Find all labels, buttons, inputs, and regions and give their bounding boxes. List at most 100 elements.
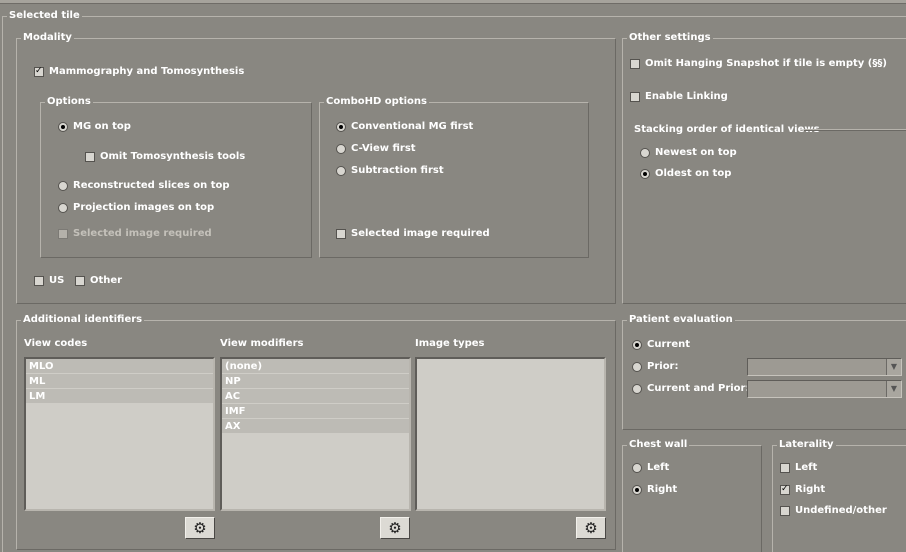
mammo-tomo-checkbox[interactable]: Mammography and Tomosynthesis [34,65,245,78]
list-item[interactable]: AX [222,419,409,434]
radio-dot [58,122,68,132]
current-radio[interactable]: Current [632,339,690,351]
checkbox-box [780,463,790,473]
checkbox-box [75,276,85,286]
view-codes-label: View codes [24,338,88,349]
radio-dot [58,203,68,213]
gear-icon: ⚙ [584,519,598,537]
checkbox-box [85,152,95,162]
other-checkbox[interactable]: Other [75,275,122,287]
current-and-prior-dropdown[interactable]: ▼ [747,380,902,398]
mg-on-top-label: MG on top [73,121,131,132]
list-item[interactable]: IMF [222,404,409,419]
image-types-settings-button[interactable]: ⚙ [576,517,606,539]
mg-on-top-radio[interactable]: MG on top [58,121,131,133]
chest-wall-title: Chest wall [627,439,690,451]
omit-hanging-snapshot-checkbox[interactable]: Omit Hanging Snapshot if tile is empty (… [630,58,887,70]
image-types-list[interactable] [415,357,606,511]
laterality-right-checkbox[interactable]: Right [780,483,826,496]
radio-dot [336,166,346,176]
chest-wall-right-radio[interactable]: Right [632,484,677,496]
other-settings-title: Other settings [627,32,713,44]
chest-wall-left-radio[interactable]: Left [632,462,669,474]
additional-identifiers-title: Additional identifiers [21,314,145,326]
newest-on-top-label: Newest on top [655,147,737,158]
radio-dot [336,144,346,154]
view-codes-list[interactable]: MLO ML LM [24,357,215,511]
list-item[interactable]: NP [222,374,409,389]
current-label: Current [647,339,691,350]
mammo-tomo-label: Mammography and Tomosynthesis [49,66,245,77]
chevron-down-icon[interactable]: ▼ [886,359,901,375]
checkbox-box [630,92,640,102]
options-selected-image-required-checkbox[interactable]: Selected image required [58,228,212,240]
laterality-undefined-label: Undefined/other [795,505,887,516]
checkbox-box [34,276,44,286]
cview-first-label: C-View first [351,143,416,154]
omit-tomo-tools-checkbox[interactable]: Omit Tomosynthesis tools [85,151,245,163]
us-label: US [49,275,65,286]
radio-dot [632,340,642,350]
chest-wall-left-label: Left [647,462,670,473]
patient-evaluation-title: Patient evaluation [627,314,735,326]
modality-title: Modality [21,32,74,44]
checkbox-box [34,65,44,77]
cview-first-radio[interactable]: C-View first [336,143,416,155]
oldest-on-top-label: Oldest on top [655,168,732,179]
recon-slices-label: Reconstructed slices on top [73,180,230,191]
laterality-left-checkbox[interactable]: Left [780,462,817,474]
gear-icon: ⚙ [388,519,402,537]
combohd-selected-image-required-label: Selected image required [351,228,490,239]
list-item[interactable]: AC [222,389,409,404]
prior-label: Prior: [647,361,679,372]
checkbox-box [780,483,790,495]
laterality-undefined-checkbox[interactable]: Undefined/other [780,505,887,517]
omit-tomo-tools-label: Omit Tomosynthesis tools [100,151,246,162]
radio-dot [58,181,68,191]
view-modifiers-list[interactable]: (none) NP AC IMF AX [220,357,411,511]
projection-images-radio[interactable]: Projection images on top [58,202,214,214]
image-types-label: Image types [415,338,485,349]
conventional-mg-first-label: Conventional MG first [351,121,474,132]
gear-icon: ⚙ [193,519,207,537]
combohd-title: ComboHD options [324,96,429,108]
combohd-selected-image-required-checkbox[interactable]: Selected image required [336,228,490,240]
enable-linking-label: Enable Linking [645,91,728,102]
selected-tile-title: Selected tile [7,10,82,22]
stacking-order-divider [804,129,906,131]
omit-hanging-snapshot-label: Omit Hanging Snapshot if tile is empty (… [645,58,887,69]
chest-wall-right-label: Right [647,484,678,495]
projection-images-label: Projection images on top [73,202,215,213]
list-item[interactable]: MLO [26,359,213,374]
chevron-down-icon[interactable]: ▼ [886,381,901,397]
laterality-right-label: Right [795,484,826,495]
radio-dot [640,148,650,158]
list-item[interactable]: (none) [222,359,409,374]
view-modifiers-settings-button[interactable]: ⚙ [380,517,410,539]
window-top-edge [0,0,906,4]
oldest-on-top-radio[interactable]: Oldest on top [640,168,731,180]
checkbox-box [780,506,790,516]
radio-dot [632,362,642,372]
newest-on-top-radio[interactable]: Newest on top [640,147,737,159]
enable-linking-checkbox[interactable]: Enable Linking [630,91,728,103]
checkbox-box [336,229,346,239]
current-and-prior-label: Current and Prior: [647,383,750,394]
subtraction-first-radio[interactable]: Subtraction first [336,165,444,177]
recon-slices-radio[interactable]: Reconstructed slices on top [58,180,230,192]
options-title: Options [45,96,93,108]
prior-dropdown[interactable]: ▼ [747,358,902,376]
radio-dot [632,485,642,495]
subtraction-first-label: Subtraction first [351,165,444,176]
us-checkbox[interactable]: US [34,275,64,287]
current-and-prior-radio[interactable]: Current and Prior: [632,383,749,395]
checkbox-box [58,229,68,239]
laterality-left-label: Left [795,462,818,473]
options-selected-image-required-label: Selected image required [73,228,212,239]
prior-radio[interactable]: Prior: [632,361,679,373]
conventional-mg-first-radio[interactable]: Conventional MG first [336,121,473,133]
list-item[interactable]: LM [26,389,213,404]
other-label: Other [90,275,123,286]
list-item[interactable]: ML [26,374,213,389]
view-codes-settings-button[interactable]: ⚙ [185,517,215,539]
